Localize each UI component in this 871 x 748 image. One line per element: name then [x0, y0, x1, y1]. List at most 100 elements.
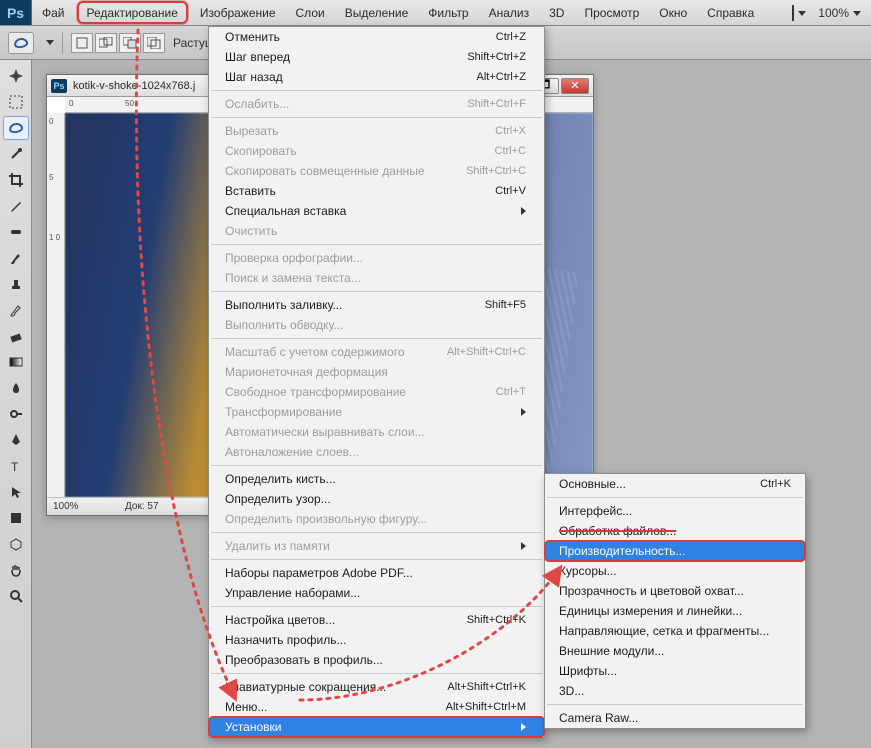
pen-tool[interactable] — [3, 428, 29, 452]
menu-view[interactable]: Просмотр — [574, 0, 649, 25]
submenu-arrow-icon — [521, 207, 526, 215]
healing-tool[interactable] — [3, 220, 29, 244]
edit-menu-item: Свободное трансформированиеCtrl+T — [209, 382, 544, 402]
menu-item-label: Шаг назад — [225, 70, 283, 84]
zoom-indicator[interactable]: 100% — [818, 6, 861, 20]
edit-menu-item: СкопироватьCtrl+C — [209, 141, 544, 161]
menu-item-shortcut: Shift+Ctrl+F — [467, 98, 526, 110]
eraser-tool[interactable] — [3, 324, 29, 348]
menu-item-label: Масштаб с учетом содержимого — [225, 345, 405, 359]
edit-menu-item[interactable]: Выполнить заливку...Shift+F5 — [209, 295, 544, 315]
prefs-menu-item[interactable]: Производительность... — [545, 541, 805, 561]
menu-item-label: Вставить — [225, 184, 276, 198]
dodge-tool[interactable] — [3, 402, 29, 426]
menu-item-label: Трансформирование — [225, 405, 342, 419]
prefs-menu-item[interactable]: Прозрачность и цветовой охват... — [545, 581, 805, 601]
submenu-arrow-icon — [521, 408, 526, 416]
menu-separator — [211, 559, 542, 560]
subtract-selection-icon[interactable] — [119, 33, 141, 53]
edit-menu-item[interactable]: Преобразовать в профиль... — [209, 650, 544, 670]
edit-menu-item[interactable]: Установки — [209, 717, 544, 737]
prefs-menu-item[interactable]: Обработка файлов... — [545, 521, 805, 541]
prefs-menu-item[interactable]: Внешние модули... — [545, 641, 805, 661]
preferences-submenu: Основные...Ctrl+K Интерфейс...Обработка ф… — [544, 473, 806, 729]
doc-ps-icon: Ps — [51, 79, 67, 93]
menu-item-shortcut: Ctrl+Z — [496, 31, 526, 43]
edit-menu-item: Масштаб с учетом содержимого Alt+Shift+Ct… — [209, 342, 544, 362]
edit-menu-item[interactable]: Специальная вставка — [209, 201, 544, 221]
edit-menu-item[interactable]: ОтменитьCtrl+Z — [209, 27, 544, 47]
edit-menu-item[interactable]: Настройка цветов...Shift+Ctrl+K — [209, 610, 544, 630]
zoom-tool[interactable] — [3, 584, 29, 608]
menu-item-shortcut: Ctrl+C — [495, 145, 526, 157]
crop-tool[interactable] — [3, 168, 29, 192]
edit-menu-item[interactable]: Определить кисть... — [209, 469, 544, 489]
prefs-menu-item[interactable]: Единицы измерения и линейки... — [545, 601, 805, 621]
menu-window[interactable]: Окно — [649, 0, 697, 25]
menu-item-shortcut: Alt+Shift+Ctrl+C — [447, 346, 526, 358]
current-tool-chip[interactable] — [8, 32, 34, 54]
menu-item-shortcut: Alt+Shift+Ctrl+K — [447, 681, 526, 693]
path-select-tool[interactable] — [3, 480, 29, 504]
edit-menu-item[interactable]: Наборы параметров Adobe PDF... — [209, 563, 544, 583]
edit-menu-item[interactable]: Меню...Alt+Shift+Ctrl+M — [209, 697, 544, 717]
prefs-menu-item[interactable]: Шрифты... — [545, 661, 805, 681]
prefs-menu-item[interactable]: Интерфейс... — [545, 501, 805, 521]
screen-mode-icon[interactable] — [792, 6, 806, 20]
move-tool[interactable] — [3, 64, 29, 88]
edit-menu-item[interactable]: Управление наборами... — [209, 583, 544, 603]
prefs-menu-item[interactable]: Основные...Ctrl+K — [545, 474, 805, 494]
intersect-selection-icon[interactable] — [143, 33, 165, 53]
prefs-menu-item[interactable]: Курсоры... — [545, 561, 805, 581]
menu-item-label: Шрифты... — [559, 664, 617, 678]
edit-menu-item[interactable]: Определить узор... — [209, 489, 544, 509]
menu-select[interactable]: Выделение — [335, 0, 419, 25]
stamp-tool[interactable] — [3, 272, 29, 296]
menu-item-label: Прозрачность и цветовой охват... — [559, 584, 744, 598]
blur-tool[interactable] — [3, 376, 29, 400]
hand-tool[interactable] — [3, 558, 29, 582]
svg-text:T: T — [11, 460, 19, 473]
menu-separator — [547, 704, 803, 705]
tool-preset-dropdown-icon[interactable] — [46, 40, 54, 45]
menu-item-label: Основные... — [559, 477, 626, 491]
menu-layers[interactable]: Слои — [286, 0, 335, 25]
menu-separator — [211, 532, 542, 533]
prefs-menu-item[interactable]: 3D... — [545, 681, 805, 701]
prefs-menu-item[interactable]: Camera Raw... — [545, 708, 805, 728]
add-selection-icon[interactable] — [95, 33, 117, 53]
edit-menu-item[interactable]: Клавиатурные сокращения...Alt+Shift+Ctrl… — [209, 677, 544, 697]
eyedropper-tool[interactable] — [3, 194, 29, 218]
edit-menu-item[interactable]: Шаг впередShift+Ctrl+Z — [209, 47, 544, 67]
shape-tool[interactable] — [3, 506, 29, 530]
edit-menu-item[interactable]: Шаг назадAlt+Ctrl+Z — [209, 67, 544, 87]
menu-file[interactable]: Фай — [32, 0, 75, 25]
marquee-tool[interactable] — [3, 90, 29, 114]
menu-separator — [211, 673, 542, 674]
wand-tool[interactable] — [3, 142, 29, 166]
menu-image[interactable]: Изображение — [190, 0, 286, 25]
new-selection-icon[interactable] — [71, 33, 93, 53]
gradient-tool[interactable] — [3, 350, 29, 374]
menu-edit[interactable]: Редактирование — [77, 1, 188, 24]
edit-menu-item: Удалить из памяти — [209, 536, 544, 556]
type-tool[interactable]: T — [3, 454, 29, 478]
prefs-menu-item[interactable]: Направляющие, сетка и фрагменты... — [545, 621, 805, 641]
history-brush-tool[interactable] — [3, 298, 29, 322]
window-close-button[interactable]: ✕ — [561, 78, 589, 94]
menu-help[interactable]: Справка — [697, 0, 764, 25]
menu-analysis[interactable]: Анализ — [479, 0, 540, 25]
brush-tool[interactable] — [3, 246, 29, 270]
menu-item-label: Установки — [225, 720, 281, 734]
selection-mode-group — [71, 33, 165, 53]
edit-menu-item: Определить произвольную фигуру... — [209, 509, 544, 529]
edit-menu-item[interactable]: Назначить профиль... — [209, 630, 544, 650]
status-zoom[interactable]: 100% — [53, 501, 109, 512]
menu-separator — [211, 117, 542, 118]
lasso-tool[interactable] — [3, 116, 29, 140]
divider — [62, 32, 63, 54]
menu-filter[interactable]: Фильтр — [418, 0, 478, 25]
3d-tool[interactable] — [3, 532, 29, 556]
menu-3d[interactable]: 3D — [539, 0, 574, 25]
edit-menu-item[interactable]: ВставитьCtrl+V — [209, 181, 544, 201]
